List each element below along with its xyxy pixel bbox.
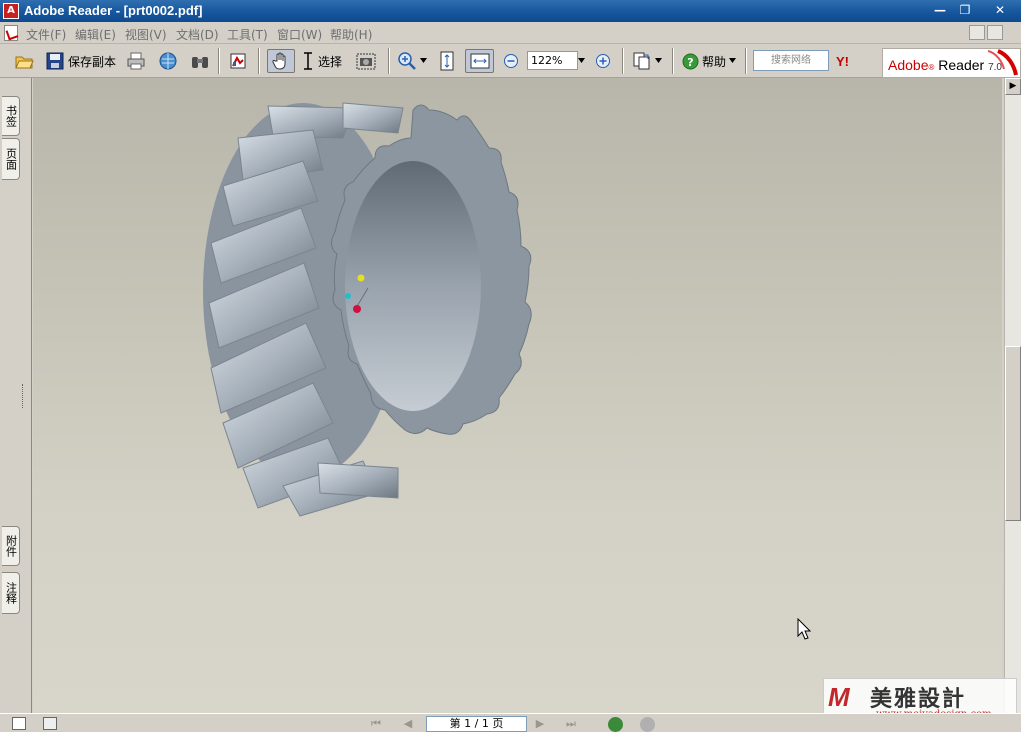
toolbar-separator [388,48,390,74]
pane-splitter[interactable] [22,78,32,713]
tire-3d-model [203,102,532,517]
pages-rotate-icon [633,52,650,70]
status-bar: ⏮ ◀ 第 1 / 1 页 ▶ ⏭ [0,713,1021,732]
print-button[interactable] [126,49,146,73]
last-page-button[interactable]: ⏭ [563,716,579,731]
previous-page-button[interactable]: ◀ [400,716,416,731]
help-question-icon: ? [682,53,699,69]
select-tool-button[interactable]: 选择 [301,49,342,73]
toolbar-separator [218,48,220,74]
zoom-level-input[interactable]: 122% [527,51,578,70]
next-page-button[interactable]: ▶ [532,716,548,731]
hand-icon [272,52,286,70]
tab-pages[interactable]: 页面 [2,138,20,180]
email-button[interactable] [158,49,178,73]
zoom-in-button[interactable] [595,49,611,73]
floppy-disk-icon [46,52,64,70]
axis-marker-cyan [345,293,351,299]
menu-bar: 文件(F) 编辑(E) 视图(V) 文档(D) 工具(T) 窗口(W) 帮助(H… [0,22,1021,44]
actual-size-button[interactable] [437,49,457,73]
minimize-button[interactable]: — [929,2,951,19]
printer-icon [127,52,145,70]
page-layout-icon[interactable] [43,717,57,730]
fit-page-icon [440,51,454,71]
single-page-view-icon[interactable] [12,717,26,730]
chevron-down-icon[interactable] [729,58,737,64]
web-search-input[interactable]: 搜索网络 [753,50,829,71]
fit-width-button[interactable] [465,49,494,73]
chart-document-icon [230,53,246,69]
navigation-pane-tabs: 书签 页面 附件 注释 [0,78,22,713]
doc-close-button[interactable] [987,25,1003,40]
document-view[interactable] [33,78,1002,713]
rotate-view-button[interactable] [632,49,662,73]
close-button[interactable]: ✕ [989,2,1011,19]
splitter-grip [22,384,24,408]
create-pdf-button[interactable] [228,49,248,73]
zoom-out-button[interactable] [503,49,519,73]
toolbar-separator [745,48,747,74]
select-tool-label: 选择 [318,54,343,69]
page-number-input[interactable]: 第 1 / 1 页 [426,716,527,732]
axis-marker-red [353,305,361,313]
menu-file[interactable]: 文件(F) [26,26,66,43]
axis-marker-yellow [357,274,365,282]
yahoo-search-button[interactable]: Y! [836,54,849,69]
tab-comments[interactable]: 注释 [2,572,20,614]
menu-view[interactable]: 视图(V) [125,26,167,43]
chevron-down-icon[interactable] [420,58,427,64]
svg-text:?: ? [687,56,693,69]
search-button[interactable] [190,49,210,73]
mouse-pointer-icon [797,618,811,640]
tab-bookmarks[interactable]: 书签 [2,96,20,136]
magnifier-plus-icon [398,52,416,70]
help-button[interactable]: ? 帮助 [682,49,737,73]
document-icon[interactable] [4,25,18,41]
menu-document[interactable]: 文档(D) [176,26,219,43]
watermark-logo: M [828,682,850,712]
go-forward-button[interactable] [640,717,655,732]
save-copy-button[interactable]: 保存副本 [45,49,116,73]
globe-email-icon [159,52,177,70]
help-label: 帮助 [702,54,727,69]
adobe-app-icon[interactable]: A [3,3,19,19]
vertical-scrollbar[interactable]: ▶ [1004,78,1021,713]
go-back-button[interactable] [608,717,623,732]
adobe-logo-icon [987,49,1018,76]
minus-circle-icon [504,54,518,68]
hand-tool-button[interactable] [267,49,295,73]
text-cursor-icon [304,52,312,70]
zoom-dropdown-chevron-icon[interactable] [578,58,585,64]
scroll-thumb[interactable] [1005,346,1021,521]
title-bar: A Adobe Reader - [prt0002.pdf] — ❐ ✕ [0,0,1021,22]
scroll-up-arrow[interactable]: ▶ [1005,78,1021,95]
plus-circle-icon [596,54,610,68]
zoom-tool-button[interactable] [397,49,427,73]
open-button[interactable] [14,49,34,73]
toolbar-separator [622,48,624,74]
brand-reader: Reader [938,57,985,73]
toolbar-separator [258,48,260,74]
camera-icon [356,53,376,70]
save-copy-label: 保存副本 [68,54,117,69]
chevron-down-icon[interactable] [655,58,662,64]
doc-restore-button[interactable] [969,25,985,40]
window-title: Adobe Reader - [prt0002.pdf] [24,3,203,18]
toolbar: 保存副本 选择 122% ? 帮助 搜索网络 Y! Adobe® Reader … [0,44,1021,78]
menu-edit[interactable]: 编辑(E) [75,26,116,43]
toolbar-separator [672,48,674,74]
menu-help[interactable]: 帮助(H) [330,26,372,43]
first-page-button[interactable]: ⏮ [368,716,384,731]
restore-button[interactable]: ❐ [954,2,976,19]
snapshot-tool-button[interactable] [356,49,376,73]
adobe-reader-brand: Adobe® Reader 7.0 [882,48,1021,78]
folder-open-icon [15,56,34,69]
binoculars-icon [192,57,208,68]
menu-tools[interactable]: 工具(T) [227,26,268,43]
tab-attachments[interactable]: 附件 [2,526,20,566]
menu-window[interactable]: 窗口(W) [277,26,322,43]
fit-width-icon [470,53,489,69]
brand-adobe: Adobe [888,57,929,73]
